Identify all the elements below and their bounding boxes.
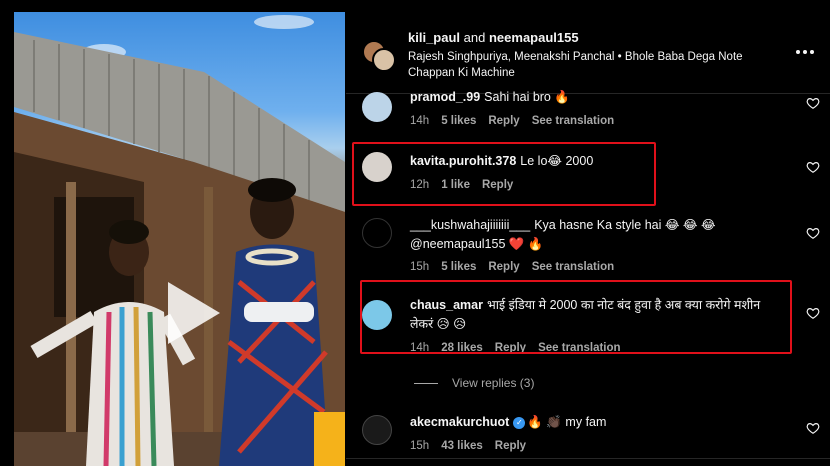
see-translation-button[interactable]: See translation [532, 115, 614, 127]
avatar[interactable] [362, 218, 392, 248]
heart-icon[interactable] [806, 160, 820, 174]
avatar[interactable] [362, 300, 392, 330]
comment-text: pramod_.99 Sahi hai bro 🔥 [410, 88, 790, 107]
heart-icon[interactable] [806, 421, 820, 435]
comment-username[interactable]: kavita.purohit.378 [410, 154, 516, 168]
and-text: and [463, 30, 486, 45]
verified-icon: ✓ [513, 417, 526, 429]
comment-text: chaus_amar भाई इंडिया मे 2000 का नोट बंद … [410, 296, 770, 334]
likes-count[interactable]: 1 like [441, 179, 470, 191]
comment-time: 14h [410, 115, 430, 127]
author-avatars[interactable] [362, 40, 396, 74]
likes-count[interactable]: 5 likes [441, 261, 476, 273]
action-bar [346, 458, 830, 466]
comments-panel: kili_paul and neemapaul155 Rajesh Singhp… [346, 0, 830, 466]
comment-meta: 15h 5 likes Reply See translation [410, 261, 614, 273]
comment-content: Le lo😂 2000 [520, 154, 594, 168]
comment-item: pramod_.99 Sahi hai bro 🔥 14h 5 likes Rep… [346, 88, 830, 132]
comment-item: kavita.purohit.378 Le lo😂 2000 12h 1 like… [346, 152, 830, 196]
author-link-1[interactable]: kili_paul [408, 30, 460, 45]
view-replies-label: View replies (3) [452, 376, 535, 390]
comment-username[interactable]: chaus_amar [410, 298, 483, 312]
avatar[interactable] [362, 152, 392, 182]
comment-username[interactable]: akecmakurchuot [410, 415, 509, 429]
view-replies-button[interactable]: View replies (3) [414, 376, 534, 390]
heart-icon[interactable] [806, 306, 820, 320]
comment-meta: 14h 5 likes Reply See translation [410, 115, 614, 127]
comment-time: 15h [410, 440, 430, 452]
post-header: kili_paul and neemapaul155 Rajesh Singhp… [346, 0, 830, 94]
heart-icon[interactable] [806, 226, 820, 240]
reply-button[interactable]: Reply [488, 115, 519, 127]
comment-content: 🔥 👏🏿 my fam [527, 415, 607, 429]
author-link-2[interactable]: neemapaul155 [489, 30, 579, 45]
comment-time: 12h [410, 179, 430, 191]
comment-item: akecmakurchuot ✓ 🔥 👏🏿 my fam 15h 43 likes … [346, 413, 830, 458]
comment-time: 14h [410, 342, 430, 354]
comment-text: kavita.purohit.378 Le lo😂 2000 [410, 152, 790, 171]
reply-button[interactable]: Reply [495, 342, 526, 354]
see-translation-button[interactable]: See translation [538, 342, 620, 354]
play-icon [168, 282, 220, 344]
post-video[interactable] [14, 12, 345, 466]
comment-text: akecmakurchuot ✓ 🔥 👏🏿 my fam [410, 413, 790, 432]
comment-item: ___kushwahajiiiiiii___ Kya hasne Ka style… [346, 216, 830, 278]
audio-attribution[interactable]: Rajesh Singhpuriya, Meenakshi Panchal • … [408, 49, 768, 81]
avatar [372, 48, 396, 72]
heart-icon[interactable] [806, 96, 820, 110]
comment-username[interactable]: pramod_.99 [410, 90, 480, 104]
play-button[interactable] [164, 280, 224, 346]
avatar[interactable] [362, 92, 392, 122]
reply-button[interactable]: Reply [482, 179, 513, 191]
likes-count[interactable]: 28 likes [441, 342, 483, 354]
reply-button[interactable]: Reply [495, 440, 526, 452]
video-frame [14, 15, 345, 466]
see-translation-button[interactable]: See translation [532, 261, 614, 273]
more-icon[interactable] [794, 42, 816, 62]
likes-count[interactable]: 43 likes [441, 440, 483, 452]
comment-time: 15h [410, 261, 430, 273]
reply-button[interactable]: Reply [488, 261, 519, 273]
avatar[interactable] [362, 415, 392, 445]
comment-meta: 15h 43 likes Reply [410, 440, 526, 452]
divider [414, 382, 438, 384]
comment-item: chaus_amar भाई इंडिया मे 2000 का नोट बंद … [346, 296, 830, 358]
comment-text: ___kushwahajiiiiiii___ Kya hasne Ka style… [410, 216, 790, 254]
comment-username[interactable]: ___kushwahajiiiiiii___ [410, 218, 530, 232]
comment-meta: 14h 28 likes Reply See translation [410, 342, 621, 354]
comment-content: Sahi hai bro 🔥 [484, 90, 570, 104]
comment-meta: 12h 1 like Reply [410, 179, 513, 191]
post-authors: kili_paul and neemapaul155 [408, 30, 579, 45]
likes-count[interactable]: 5 likes [441, 115, 476, 127]
